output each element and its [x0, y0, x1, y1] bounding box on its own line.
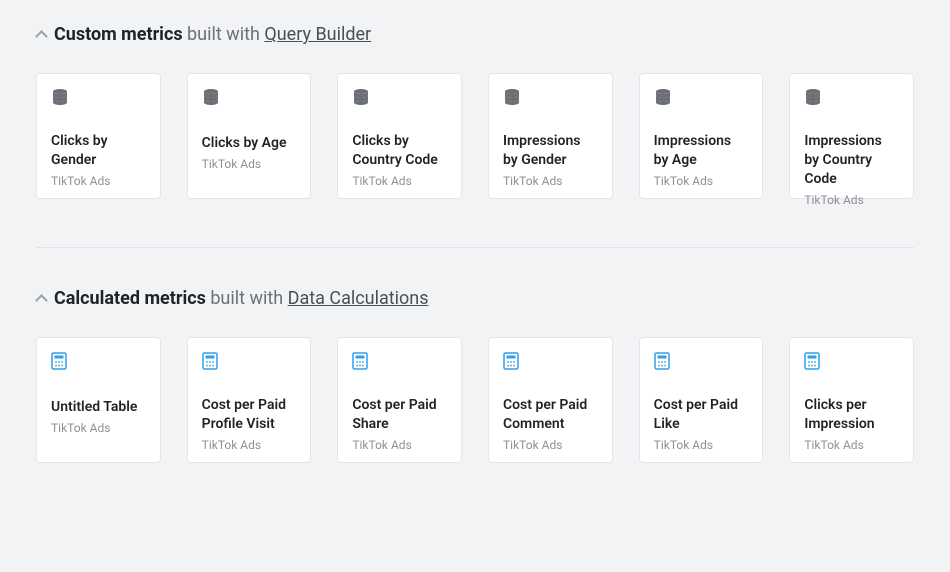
card-title: Untitled Table [51, 398, 146, 417]
calculator-icon [352, 352, 447, 370]
metric-card[interactable]: Clicks by Age TikTok Ads [187, 73, 312, 199]
metric-card[interactable]: Cost per Paid Profile Visit TikTok Ads [187, 337, 312, 463]
card-source: TikTok Ads [202, 157, 297, 171]
card-title: Clicks per Impression [804, 396, 899, 434]
card-source: TikTok Ads [804, 438, 899, 452]
calculator-icon [202, 352, 297, 370]
card-source: TikTok Ads [51, 174, 146, 188]
section-header-custom[interactable]: Custom metrics built with Query Builder [36, 24, 914, 45]
metric-card[interactable]: Cost per Paid Like TikTok Ads [639, 337, 764, 463]
page-container: Custom metrics built with Query Builder … [0, 0, 950, 463]
metric-card[interactable]: Cost per Paid Comment TikTok Ads [488, 337, 613, 463]
metric-card[interactable]: Clicks by Gender TikTok Ads [36, 73, 161, 199]
card-title: Clicks by Age [202, 134, 297, 153]
metric-card[interactable]: Impressions by Gender TikTok Ads [488, 73, 613, 199]
card-title: Clicks by Country Code [352, 132, 447, 170]
metric-card[interactable]: Untitled Table TikTok Ads [36, 337, 161, 463]
section-divider [36, 247, 914, 248]
calculator-icon [654, 352, 749, 370]
section-title-link[interactable]: Query Builder [264, 24, 371, 45]
calculator-icon [804, 352, 899, 370]
card-title: Impressions by Country Code [804, 132, 899, 189]
database-icon [503, 88, 598, 106]
metric-card[interactable]: Impressions by Country Code TikTok Ads [789, 73, 914, 199]
card-source: TikTok Ads [654, 438, 749, 452]
section-custom-metrics: Custom metrics built with Query Builder … [36, 24, 914, 199]
section-title-strong: Calculated metrics [54, 288, 206, 309]
cards-row-calculated: Untitled Table TikTok Ads Cost per Paid … [36, 337, 914, 463]
database-icon [352, 88, 447, 106]
card-title: Impressions by Age [654, 132, 749, 170]
card-source: TikTok Ads [503, 438, 598, 452]
metric-card[interactable]: Impressions by Age TikTok Ads [639, 73, 764, 199]
card-title: Impressions by Gender [503, 132, 598, 170]
database-icon [202, 88, 297, 108]
card-source: TikTok Ads [503, 174, 598, 188]
card-source: TikTok Ads [352, 438, 447, 452]
section-header-calculated[interactable]: Calculated metrics built with Data Calcu… [36, 288, 914, 309]
section-calculated-metrics: Calculated metrics built with Data Calcu… [36, 288, 914, 463]
metric-card[interactable]: Clicks per Impression TikTok Ads [789, 337, 914, 463]
calculator-icon [51, 352, 146, 372]
card-title: Cost per Paid Share [352, 396, 447, 434]
card-source: TikTok Ads [202, 438, 297, 452]
card-title: Cost per Paid Like [654, 396, 749, 434]
chevron-up-icon [36, 30, 46, 40]
cards-row-custom: Clicks by Gender TikTok Ads Clicks by Ag… [36, 73, 914, 199]
card-source: TikTok Ads [804, 193, 899, 207]
card-source: TikTok Ads [654, 174, 749, 188]
card-title: Cost per Paid Profile Visit [202, 396, 297, 434]
card-source: TikTok Ads [51, 421, 146, 435]
section-title-rest: built with [187, 24, 264, 45]
metric-card[interactable]: Clicks by Country Code TikTok Ads [337, 73, 462, 199]
metric-card[interactable]: Cost per Paid Share TikTok Ads [337, 337, 462, 463]
section-title-strong: Custom metrics [54, 24, 183, 45]
card-source: TikTok Ads [352, 174, 447, 188]
database-icon [804, 88, 899, 106]
section-title-link[interactable]: Data Calculations [288, 288, 429, 309]
chevron-up-icon [36, 294, 46, 304]
card-title: Cost per Paid Comment [503, 396, 598, 434]
database-icon [654, 88, 749, 106]
database-icon [51, 88, 146, 106]
calculator-icon [503, 352, 598, 370]
card-title: Clicks by Gender [51, 132, 146, 170]
section-title-rest: built with [210, 288, 287, 309]
